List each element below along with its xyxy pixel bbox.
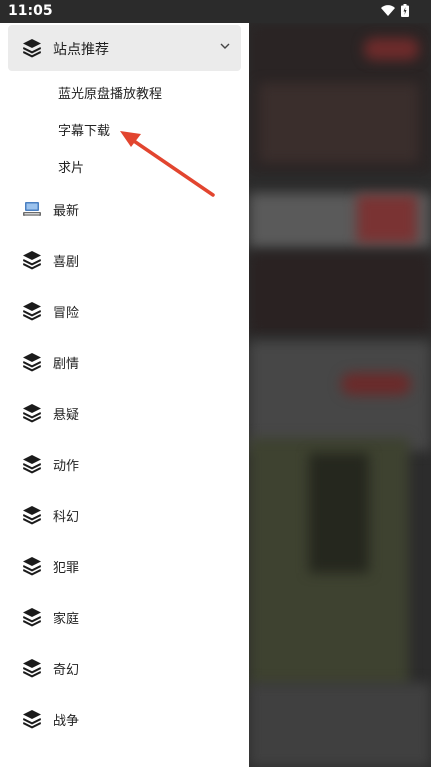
navigation-drawer: 站点推荐 蓝光原盘播放教程 字幕下载 求片 最新 喜剧 冒险 剧情 悬疑 动作 … bbox=[0, 23, 249, 767]
layers-icon bbox=[23, 455, 41, 474]
site-recommend-label: 站点推荐 bbox=[53, 42, 109, 58]
nav-item-crime[interactable]: 犯罪 bbox=[0, 543, 249, 589]
sub-item-request-movie[interactable]: 求片 bbox=[58, 157, 84, 176]
battery-icon bbox=[401, 4, 409, 17]
nav-item-scifi[interactable]: 科幻 bbox=[0, 492, 249, 538]
wifi-icon bbox=[381, 4, 395, 16]
nav-item-label: 悬疑 bbox=[53, 408, 80, 423]
nav-item-comedy[interactable]: 喜剧 bbox=[0, 237, 249, 283]
nav-item-label: 剧情 bbox=[53, 357, 80, 372]
layers-icon bbox=[23, 302, 41, 321]
nav-item-label: 犯罪 bbox=[53, 561, 80, 576]
nav-item-family[interactable]: 家庭 bbox=[0, 594, 249, 640]
status-icons bbox=[381, 4, 409, 17]
nav-item-war[interactable]: 战争 bbox=[0, 696, 249, 742]
layers-icon bbox=[23, 39, 41, 58]
nav-item-label: 奇幻 bbox=[53, 663, 80, 678]
nav-item-latest[interactable]: 最新 bbox=[0, 186, 249, 232]
nav-item-label: 家庭 bbox=[53, 612, 80, 627]
sub-item-subtitle-download[interactable]: 字幕下载 bbox=[58, 120, 110, 139]
nav-item-label: 动作 bbox=[53, 459, 80, 474]
layers-icon bbox=[23, 353, 41, 372]
layers-icon bbox=[23, 404, 41, 423]
nav-item-action[interactable]: 动作 bbox=[0, 441, 249, 487]
nav-item-adventure[interactable]: 冒险 bbox=[0, 288, 249, 334]
nav-item-label: 喜剧 bbox=[53, 255, 80, 270]
nav-item-drama[interactable]: 剧情 bbox=[0, 339, 249, 385]
nav-item-label: 科幻 bbox=[53, 510, 80, 525]
nav-item-label: 冒险 bbox=[53, 306, 80, 321]
computer-icon bbox=[23, 202, 41, 216]
layers-icon bbox=[23, 659, 41, 678]
layers-icon bbox=[23, 710, 41, 729]
chevron-down-icon[interactable] bbox=[219, 40, 231, 52]
status-time: 11:05 bbox=[8, 3, 53, 19]
layers-icon bbox=[23, 557, 41, 576]
layers-icon bbox=[23, 506, 41, 525]
nav-item-fantasy[interactable]: 奇幻 bbox=[0, 645, 249, 691]
nav-item-mystery[interactable]: 悬疑 bbox=[0, 390, 249, 436]
site-recommend-header[interactable]: 站点推荐 bbox=[8, 25, 241, 71]
background-content-blurred bbox=[249, 23, 431, 767]
status-bar: 11:05 bbox=[0, 0, 431, 23]
nav-item-label: 最新 bbox=[53, 204, 80, 219]
sub-item-bluray-tutorial[interactable]: 蓝光原盘播放教程 bbox=[58, 83, 162, 102]
layers-icon bbox=[23, 608, 41, 627]
layers-icon bbox=[23, 251, 41, 270]
nav-item-label: 战争 bbox=[53, 714, 80, 729]
